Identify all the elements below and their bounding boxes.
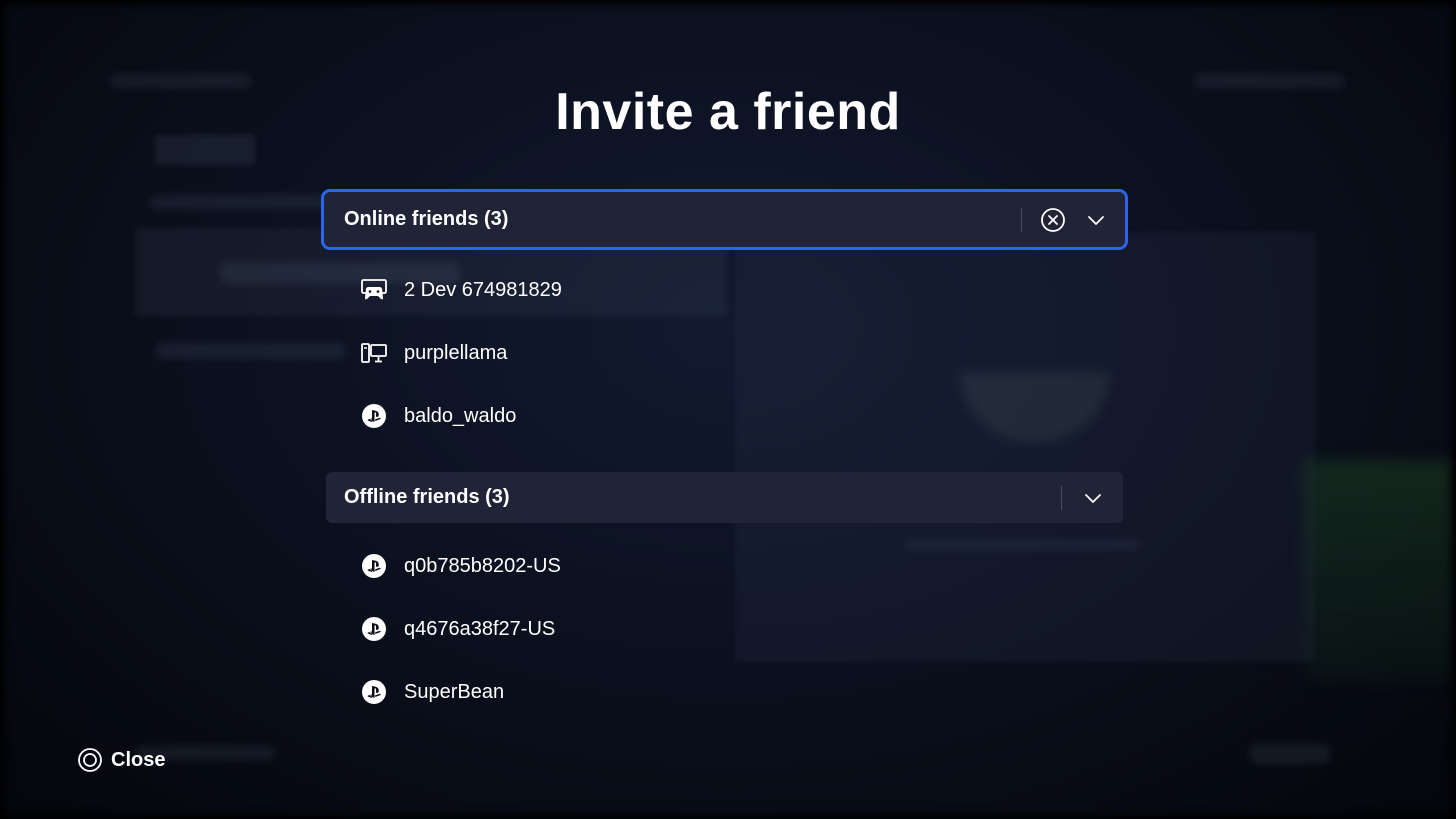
friend-item[interactable]: SuperBean [360,674,504,710]
friend-name: SuperBean [404,680,505,703]
online-friends-header[interactable]: Online friends (3) [321,189,1128,250]
playstation-icon [360,402,388,430]
online-friends-label: Online friends (3) [344,208,509,230]
offline-friends-header[interactable]: Offline friends (3) [326,472,1123,523]
chevron-down-icon[interactable] [1083,207,1109,233]
friend-item[interactable]: q4676a38f27-US [360,611,555,647]
friend-item[interactable]: baldo_waldo [360,398,516,434]
playstation-icon [360,678,388,706]
friend-item[interactable]: 2 Dev 674981829 [360,272,562,308]
close-button[interactable]: Close [78,748,165,772]
offline-friends-label: Offline friends (3) [344,486,510,508]
playstation-icon [360,552,388,580]
header-divider [1021,207,1022,232]
friend-name: purplellama [404,341,508,364]
circle-button-icon [78,748,102,772]
circle-x-icon[interactable] [1040,207,1066,233]
dialog-title: Invite a friend [555,83,901,141]
friend-name: 2 Dev 674981829 [404,278,562,301]
friend-item[interactable]: q0b785b8202-US [360,548,561,584]
console-icon [360,276,388,304]
header-divider [1061,485,1062,510]
friend-item[interactable]: purplellama [360,335,507,371]
pc-icon [360,339,388,367]
friend-name: baldo_waldo [404,404,517,427]
chevron-down-icon[interactable] [1080,485,1106,511]
friend-name: q4676a38f27-US [404,617,556,640]
friend-name: q0b785b8202-US [404,554,561,577]
invite-friend-overlay: Invite a friend Online friends (3) 2 Dev… [0,0,1456,819]
close-label: Close [111,748,166,771]
playstation-icon [360,615,388,643]
